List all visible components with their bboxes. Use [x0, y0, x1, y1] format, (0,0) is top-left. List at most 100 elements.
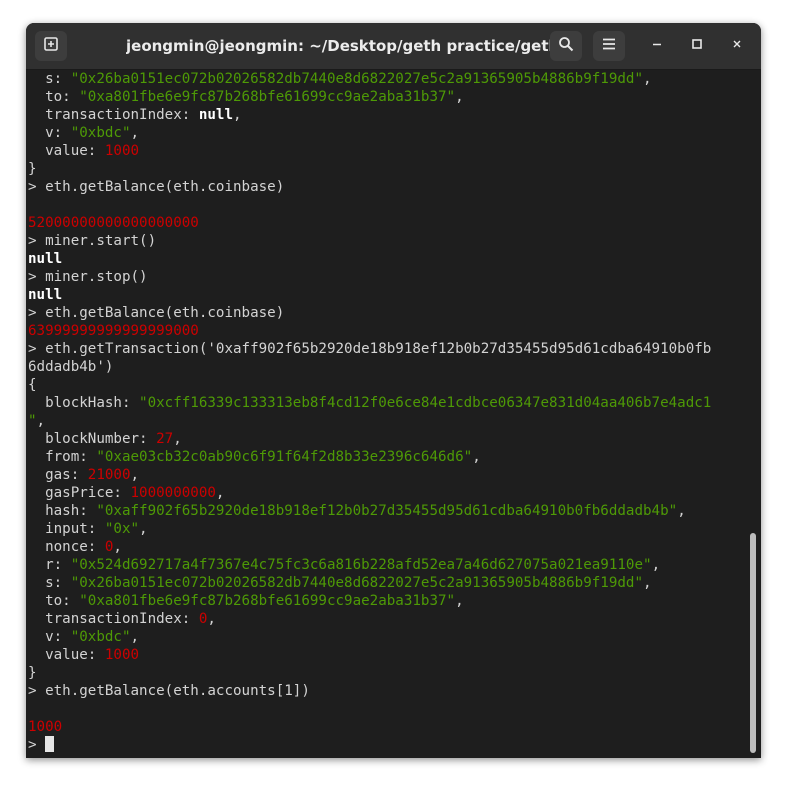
terminal-line: s: "0x26ba0151ec072b02026582db7440e8d682…	[26, 574, 748, 592]
terminal-text: transactionIndex:	[28, 611, 199, 627]
terminal-text: 1000	[28, 719, 63, 735]
terminal-line: input: "0x",	[26, 520, 748, 538]
terminal-line: }	[26, 664, 748, 682]
terminal-line: gas: 21000,	[26, 466, 748, 484]
terminal-text: nonce:	[28, 539, 105, 555]
terminal-text: > eth.getBalance(eth.accounts[1])	[28, 683, 310, 699]
terminal-text: null	[28, 287, 63, 303]
terminal-line: > eth.getBalance(eth.coinbase)	[26, 304, 748, 322]
scrollbar-thumb[interactable]	[750, 533, 756, 753]
terminal-text: ,	[130, 629, 140, 645]
terminal-text: value:	[28, 143, 105, 159]
minimize-button[interactable]	[647, 36, 667, 56]
terminal-text: ,	[233, 107, 242, 123]
terminal-text: ,	[36, 413, 46, 429]
terminal-text: ,	[677, 503, 686, 519]
terminal-text: from:	[28, 449, 97, 465]
title-bar: jeongmin@jeongmin: ~/Desktop/geth practi…	[26, 23, 761, 70]
terminal-text: 1000	[104, 143, 140, 159]
terminal-text: hash:	[28, 503, 97, 519]
search-button[interactable]	[550, 31, 582, 61]
terminal-text: ,	[651, 557, 661, 573]
terminal-line: hash: "0xaff902f65b2920de18b918ef12b0b27…	[26, 502, 748, 520]
terminal-text: ,	[643, 575, 652, 591]
terminal-line: gasPrice: 1000000000,	[26, 484, 748, 502]
terminal-line: }	[26, 160, 748, 178]
terminal-text: input:	[28, 521, 105, 537]
terminal-text: ,	[113, 539, 122, 555]
terminal-line: transactionIndex: 0,	[26, 610, 748, 628]
terminal-line: v: "0xbdc",	[26, 124, 748, 142]
terminal-line: > miner.start()	[26, 232, 748, 250]
terminal-text: blockNumber:	[28, 431, 157, 447]
maximize-icon	[691, 37, 703, 55]
terminal-text: "0x26ba0151ec072b02026582db7440e8d682202…	[70, 575, 644, 591]
terminal-text: ,	[455, 593, 464, 609]
terminal-text: blockHash:	[28, 395, 140, 411]
hamburger-menu-icon	[601, 36, 617, 57]
terminal-text: {	[28, 377, 37, 393]
new-tab-icon	[43, 36, 59, 57]
terminal-text: null	[198, 107, 234, 123]
terminal-line: s: "0x26ba0151ec072b02026582db7440e8d682…	[26, 70, 748, 88]
terminal-line: transactionIndex: null,	[26, 106, 748, 124]
terminal-text: gasPrice:	[28, 485, 131, 501]
terminal-line: > eth.getTransaction('0xaff902f65b2920de…	[26, 340, 748, 358]
terminal-text: 63999999999999999000	[28, 323, 199, 339]
terminal-line: ",	[26, 412, 748, 430]
terminal-line: 52000000000000000000	[26, 214, 748, 232]
terminal-text: v:	[28, 629, 71, 645]
terminal-text: > eth.getBalance(eth.coinbase)	[28, 305, 285, 321]
terminal-line: > eth.getBalance(eth.accounts[1])	[26, 682, 748, 700]
terminal-text: ,	[139, 521, 148, 537]
terminal-text: gas:	[28, 467, 88, 483]
terminal-text: ,	[472, 449, 481, 465]
terminal-line: to: "0xa801fbe6e9fc87b268bfe61699cc9ae2a…	[26, 88, 748, 106]
terminal-text: null	[28, 251, 63, 267]
terminal-line: 6ddadb4b')	[26, 358, 748, 376]
terminal-line: v: "0xbdc",	[26, 628, 748, 646]
close-button[interactable]	[727, 36, 747, 56]
terminal-text: "0xae03cb32c0ab90c6f91f64f2d8b33e2396c64…	[96, 449, 473, 465]
terminal-text: "0xbdc"	[70, 629, 131, 645]
terminal-text: "	[28, 413, 37, 429]
terminal-line: 63999999999999999000	[26, 322, 748, 340]
terminal-line: r: "0x524d692717a4f7367e4c75fc3c6a816b22…	[26, 556, 748, 574]
terminal-text: "0x26ba0151ec072b02026582db7440e8d682202…	[70, 71, 644, 87]
terminal-text: "0x"	[104, 521, 140, 537]
terminal-output[interactable]: s: "0x26ba0151ec072b02026582db7440e8d682…	[26, 70, 748, 758]
terminal-text: 21000	[87, 467, 131, 483]
text-cursor	[45, 736, 55, 752]
terminal-text: "0x524d692717a4f7367e4c75fc3c6a816b228af…	[70, 557, 652, 573]
new-tab-button[interactable]	[35, 31, 67, 61]
terminal-text: transactionIndex:	[28, 107, 199, 123]
terminal-text: 1000	[104, 647, 140, 663]
terminal-line: > miner.stop()	[26, 268, 748, 286]
maximize-button[interactable]	[687, 36, 707, 56]
terminal-text: > miner.stop()	[28, 269, 148, 285]
prompt-line[interactable]: >	[26, 736, 748, 754]
terminal-text: ,	[207, 611, 216, 627]
terminal-line: value: 1000	[26, 142, 748, 160]
terminal-line: > eth.getBalance(eth.coinbase)	[26, 178, 748, 196]
terminal-text: ,	[130, 467, 140, 483]
terminal-text: "0xbdc"	[70, 125, 131, 141]
terminal-line: to: "0xa801fbe6e9fc87b268bfe61699cc9ae2a…	[26, 592, 748, 610]
menu-button[interactable]	[593, 31, 625, 61]
terminal-text: 27	[156, 431, 174, 447]
terminal-line: null	[26, 286, 748, 304]
terminal-text: "0xa801fbe6e9fc87b268bfe61699cc9ae2aba31…	[79, 89, 456, 105]
terminal-text: s:	[28, 71, 71, 87]
terminal-text: s:	[28, 575, 71, 591]
terminal-line: blockNumber: 27,	[26, 430, 748, 448]
terminal-text: > eth.getTransaction('0xaff902f65b2920de…	[28, 341, 712, 357]
terminal-text: > miner.start()	[28, 233, 157, 249]
terminal-line: value: 1000	[26, 646, 748, 664]
terminal-text: ,	[455, 89, 464, 105]
terminal-text: "0xaff902f65b2920de18b918ef12b0b27d35455…	[96, 503, 678, 519]
terminal-text: "0xa801fbe6e9fc87b268bfe61699cc9ae2aba31…	[79, 593, 456, 609]
terminal-text: v:	[28, 125, 71, 141]
terminal-text: ,	[173, 431, 182, 447]
